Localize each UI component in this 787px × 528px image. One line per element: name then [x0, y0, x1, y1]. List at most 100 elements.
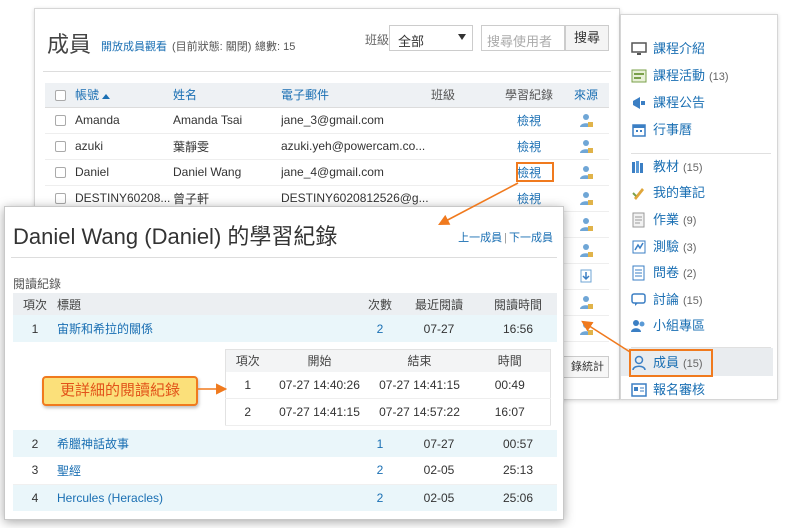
open-members-link[interactable]: 開放成員觀看	[101, 38, 167, 54]
divider	[43, 71, 611, 72]
stats-button[interactable]: 錄統計	[563, 356, 609, 378]
user-source-icon[interactable]	[579, 269, 593, 283]
view-record-link[interactable]: 檢視	[517, 192, 541, 206]
user-source-icon[interactable]	[579, 243, 593, 258]
name-cell: Amanda Tsai	[173, 107, 281, 134]
view-record-link[interactable]: 檢視	[517, 140, 541, 154]
email-cell: jane_3@gmail.com	[281, 107, 431, 134]
activity-icon	[631, 69, 647, 83]
read-time-cell: 00:57	[479, 430, 557, 457]
view-record-link[interactable]: 檢視	[517, 114, 541, 128]
duration-cell: 00:49	[469, 371, 551, 399]
last-read-cell: 02-05	[399, 484, 479, 511]
sidebar-item-discussion[interactable]: 討論 (15)	[631, 288, 775, 312]
user-source-icon[interactable]	[579, 191, 593, 206]
user-source-icon[interactable]	[579, 295, 593, 310]
name-cell: Daniel Wang	[173, 159, 281, 186]
page-title: 成員	[47, 32, 92, 57]
col-no: 項次	[13, 293, 57, 315]
reading-detail-table: 項次 開始 結束 時間 1 07-27 14:40:26 07-27 14:41…	[225, 349, 551, 426]
detail-no-cell: 2	[225, 398, 270, 426]
registration-icon	[631, 382, 647, 397]
read-count-link[interactable]: 2	[377, 463, 384, 477]
read-count-link[interactable]: 2	[377, 491, 384, 505]
learning-record-panel: Daniel Wang (Daniel) 的學習紀錄 上一成員 | 下一成員 閱讀紀…	[4, 206, 564, 520]
no-cell: 4	[13, 484, 57, 511]
sort-up-icon	[102, 93, 111, 99]
members-highlight	[629, 349, 713, 377]
col-read-time: 閱讀時間	[479, 293, 557, 315]
user-source-icon[interactable]	[579, 321, 593, 336]
col-email[interactable]: 電子郵件	[281, 83, 431, 108]
user-source-icon[interactable]	[579, 165, 593, 180]
email-cell: azuki.yeh@powercam.co...	[281, 133, 431, 160]
sidebar-divider	[631, 153, 771, 154]
col-start: 開始	[269, 349, 370, 372]
read-time-cell: 25:06	[479, 484, 557, 511]
sidebar-item-group[interactable]: 小組專區	[631, 314, 775, 338]
class-filter-value: 全部	[398, 34, 425, 49]
user-source-icon[interactable]	[579, 217, 593, 232]
class-filter-select[interactable]: 全部	[389, 25, 473, 51]
col-class: 班級	[431, 83, 495, 108]
start-cell: 07-27 14:40:26	[269, 371, 370, 399]
col-last-read: 最近閱讀	[399, 293, 479, 315]
last-read-cell: 07-27	[399, 315, 479, 342]
col-detail-no: 項次	[225, 349, 270, 372]
sidebar-item-materials[interactable]: 教材 (15)	[631, 155, 775, 179]
row-checkbox[interactable]	[54, 167, 66, 179]
col-source[interactable]: 來源	[563, 83, 609, 108]
prev-member-link[interactable]: 上一成員	[458, 232, 502, 244]
sidebar-item-calendar[interactable]: 行事曆	[631, 118, 775, 142]
record-title: Daniel Wang (Daniel) 的學習紀錄	[13, 224, 338, 249]
user-source-icon[interactable]	[579, 139, 593, 154]
account-cell: Amanda	[75, 107, 173, 134]
user-source-icon[interactable]	[579, 113, 593, 128]
visibility-status: (目前狀態: 關閉)	[172, 41, 252, 53]
read-count-link[interactable]: 2	[377, 322, 384, 336]
table-row: azuki 葉靜雯 azuki.yeh@powercam.co... 檢視	[45, 133, 609, 160]
account-cell: Daniel	[75, 159, 173, 186]
discussion-icon	[631, 292, 646, 306]
row-checkbox[interactable]	[54, 193, 66, 205]
megaphone-icon	[633, 96, 645, 109]
member-nav: 上一成員 | 下一成員	[458, 232, 553, 244]
last-read-cell: 07-27	[399, 430, 479, 457]
sidebar-item-registration[interactable]: 報名審核	[631, 378, 775, 402]
col-title: 標題	[57, 293, 361, 315]
group-icon	[631, 319, 645, 332]
duration-cell: 16:07	[469, 398, 551, 426]
table-row: 4 Hercules (Heracles) 2 02-05 25:06	[13, 484, 557, 511]
sidebar-item-notes[interactable]: 我的筆記	[631, 181, 775, 205]
sidebar-item-announcement[interactable]: 課程公告	[631, 91, 775, 115]
material-title-link[interactable]: 希臘神話故事	[57, 437, 129, 451]
sidebar-item-assignment[interactable]: 作業 (9)	[631, 208, 775, 232]
sidebar-item-survey[interactable]: 問卷 (2)	[631, 261, 775, 285]
sidebar-item-intro[interactable]: 課程介紹	[631, 37, 775, 61]
read-time-cell: 16:56	[479, 315, 557, 342]
user-search-input[interactable]: 搜尋使用者	[481, 25, 565, 51]
row-checkbox[interactable]	[54, 115, 66, 127]
row-checkbox[interactable]	[54, 141, 66, 153]
next-member-link[interactable]: 下一成員	[509, 232, 553, 244]
select-all-checkbox[interactable]	[54, 90, 66, 102]
material-title-link[interactable]: 宙斯和希拉的關係	[57, 322, 153, 336]
no-cell: 3	[13, 457, 57, 485]
end-cell: 07-27 14:57:22	[369, 398, 470, 426]
sidebar-divider	[631, 347, 771, 348]
col-name[interactable]: 姓名	[173, 83, 281, 108]
class-cell	[431, 159, 495, 186]
detail-no-cell: 1	[225, 371, 270, 399]
material-title-link[interactable]: 聖經	[57, 464, 81, 478]
table-row: 1 07-27 14:40:26 07-27 14:41:15 00:49	[225, 371, 551, 399]
read-count-link[interactable]: 1	[377, 437, 384, 451]
table-row: 1 宙斯和希拉的關係 2 07-27 16:56	[13, 315, 557, 342]
sidebar-item-quiz[interactable]: 測驗 (3)	[631, 235, 775, 259]
email-cell: jane_4@gmail.com	[281, 159, 431, 186]
pencil-icon	[632, 187, 644, 200]
col-account[interactable]: 帳號	[75, 83, 173, 108]
table-row: 2 07-27 14:41:15 07-27 14:57:22 16:07	[225, 398, 551, 426]
search-button[interactable]: 搜尋	[565, 25, 609, 51]
material-title-link[interactable]: Hercules (Heracles)	[57, 491, 163, 505]
sidebar-item-activity[interactable]: 課程活動 (13)	[631, 64, 775, 88]
